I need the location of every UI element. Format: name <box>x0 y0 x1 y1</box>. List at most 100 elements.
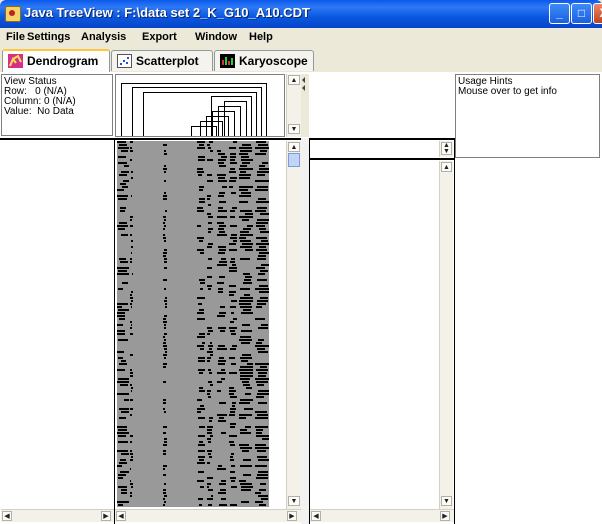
heatmap-cell <box>259 246 266 248</box>
heatmap-cell <box>219 312 226 314</box>
heatmap-cell <box>241 192 251 194</box>
heatmap-cell <box>121 171 129 173</box>
scroll-down-arrow-icon[interactable]: ▼ <box>288 496 300 506</box>
heatmap-cell <box>164 219 166 221</box>
scroll-left-arrow-icon[interactable]: ◀ <box>2 511 12 521</box>
scroll-up-arrow-icon[interactable]: ▲ <box>288 142 300 152</box>
heatmap-cell <box>219 417 224 419</box>
scroll-up-arrow-icon[interactable]: ▲ <box>441 162 452 172</box>
heatmap-cell <box>220 489 226 491</box>
heatmap-cell <box>119 408 129 410</box>
heatmap-cell <box>208 258 212 260</box>
heatmap-cell <box>207 246 212 248</box>
heatmap-cell <box>221 480 226 482</box>
zoom-horizontal-scrollbar[interactable]: ◀ ▶ <box>310 509 454 522</box>
heatmap-horizontal-scrollbar[interactable]: ◀ ▶ <box>115 509 301 522</box>
scroll-right-arrow-icon[interactable]: ▶ <box>440 511 450 521</box>
scroll-down-arrow-icon[interactable]: ▼ <box>288 124 300 134</box>
names-scrollbar[interactable]: ▲ ▼ <box>439 141 453 157</box>
heatmap-cell <box>242 219 249 221</box>
heatmap-cell <box>218 162 224 164</box>
menu-file[interactable]: File <box>6 31 25 43</box>
minimize-button[interactable]: _ <box>549 3 570 24</box>
heatmap-cell <box>239 147 252 149</box>
scroll-left-arrow-icon[interactable]: ◀ <box>116 511 126 521</box>
heatmap-cell <box>242 381 249 383</box>
heatmap-cell <box>217 174 226 176</box>
heatmap-cell <box>163 336 165 338</box>
zoom-vertical-scrollbar[interactable]: ▲ ▼ <box>439 161 453 509</box>
menu-settings[interactable]: Settings <box>27 31 70 43</box>
heatmap-cell <box>241 501 249 503</box>
heatmap-cell <box>245 276 252 278</box>
gene-tree-horizontal-scrollbar[interactable]: ◀ ▶ <box>1 509 114 522</box>
scroll-down-arrow-icon[interactable]: ▼ <box>441 496 452 506</box>
heatmap-cell <box>118 435 126 437</box>
heatmap-cell <box>241 489 251 491</box>
heatmap-cell <box>239 177 250 179</box>
heatmap-cell <box>218 465 222 467</box>
array-names-panel <box>309 74 453 137</box>
split-pane-divider[interactable] <box>301 74 309 137</box>
column-dendrogram-scrollbar[interactable]: ▲ ▼ <box>286 74 301 137</box>
heatmap-cell <box>207 357 211 359</box>
close-button[interactable]: X <box>593 3 602 24</box>
heatmap-vertical-scrollbar[interactable]: ▲ ▼ <box>286 141 301 509</box>
menu-window[interactable]: Window <box>195 31 237 43</box>
tab-scatterplot[interactable]: Scatterplot <box>111 50 213 71</box>
gene-dendrogram-panel[interactable] <box>0 141 114 509</box>
global-heatmap-panel[interactable] <box>115 141 285 509</box>
heatmap-cell <box>118 198 127 200</box>
title-bar[interactable]: Java TreeView : F:\data set 2_K_G10_A10.… <box>0 0 602 28</box>
scroll-up-arrow-icon[interactable]: ▲ <box>288 75 300 85</box>
heatmap-cell <box>239 186 253 188</box>
scroll-updown-arrow-icon[interactable]: ▲ ▼ <box>441 142 452 155</box>
heatmap-cell <box>230 177 237 179</box>
scroll-left-arrow-icon[interactable]: ◀ <box>311 511 321 521</box>
heatmap-cell <box>208 396 211 398</box>
heatmap-cell <box>232 345 237 347</box>
heatmap-cell <box>198 369 205 371</box>
heatmap-cell <box>219 276 225 278</box>
heatmap-cell <box>240 165 247 167</box>
heatmap-cell <box>229 186 233 188</box>
tab-karyoscope[interactable]: Karyoscope <box>214 50 314 71</box>
heatmap-cell <box>117 306 122 308</box>
heatmap-cell <box>120 471 129 473</box>
split-pane-divider-lower[interactable] <box>301 138 309 524</box>
tab-dendrogram[interactable]: Dendrogram <box>2 49 110 72</box>
heatmap-cell <box>256 429 263 431</box>
menu-export[interactable]: Export <box>142 31 177 43</box>
heatmap-cell <box>164 495 167 497</box>
heatmap-cell <box>163 366 166 368</box>
menu-analysis[interactable]: Analysis <box>81 31 126 43</box>
heatmap-cell <box>221 258 226 260</box>
zoom-heatmap-panel[interactable] <box>309 161 439 509</box>
heatmap-cell <box>255 447 269 449</box>
maximize-button[interactable]: □ <box>571 3 592 24</box>
heatmap-cell <box>198 498 203 500</box>
heatmap-cell <box>260 297 268 299</box>
column-dendrogram-panel[interactable] <box>115 74 285 137</box>
heatmap-cell <box>164 333 167 335</box>
heatmap-cell <box>219 231 225 233</box>
heatmap-cell <box>208 288 211 290</box>
scroll-right-arrow-icon[interactable]: ▶ <box>287 511 297 521</box>
heatmap-cell <box>208 243 213 245</box>
heatmap-cell <box>257 303 266 305</box>
heatmap-cell <box>118 288 123 290</box>
heatmap-cell <box>118 339 128 341</box>
heatmap-cell <box>118 357 123 359</box>
menu-help[interactable]: Help <box>249 31 273 43</box>
heatmap-cell <box>207 429 212 431</box>
heatmap-cell <box>230 477 236 479</box>
heatmap-scroll-thumb[interactable] <box>288 153 300 167</box>
heatmap-cell <box>229 249 237 251</box>
heatmap-cell <box>218 363 225 365</box>
heatmap-cell <box>117 225 128 227</box>
heatmap-cell <box>231 300 237 302</box>
heatmap-cell <box>241 156 249 158</box>
heatmap-cell <box>130 261 132 263</box>
heatmap-cell <box>243 474 251 476</box>
scroll-right-arrow-icon[interactable]: ▶ <box>101 511 111 521</box>
